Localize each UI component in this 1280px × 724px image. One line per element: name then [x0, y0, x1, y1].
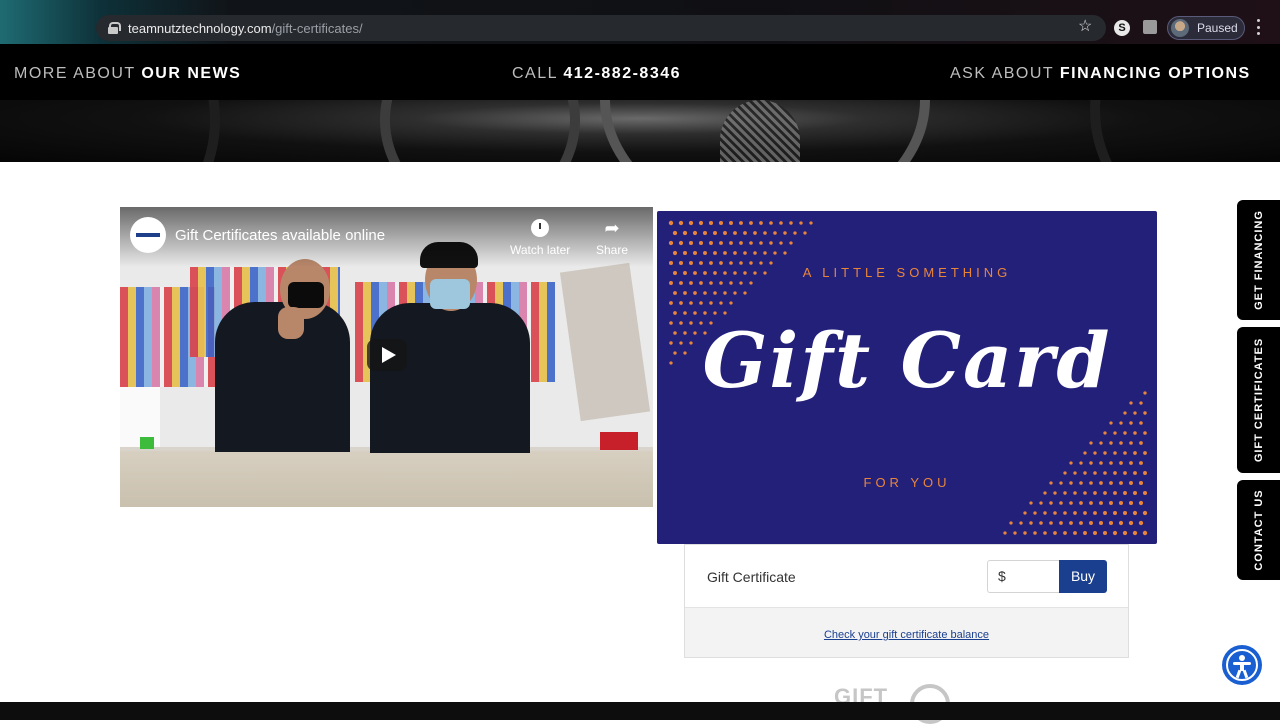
gift-certificate-label: Gift Certificate [707, 569, 796, 585]
video-title[interactable]: Gift Certificates available online [175, 227, 385, 244]
gift-card-tagline-bottom: FOR YOU [863, 475, 951, 490]
nav-news-prefix: MORE ABOUT [14, 65, 142, 82]
nav-financing-link[interactable]: ASK ABOUT FINANCING OPTIONS [950, 65, 1251, 83]
channel-logo[interactable] [130, 217, 166, 253]
share-icon: ➦ [604, 218, 620, 238]
sidetab-contact-label: CONTACT US [1252, 489, 1265, 571]
clock-icon [531, 219, 550, 237]
lock-icon[interactable] [108, 22, 121, 34]
video-player[interactable]: Gift Certificates available online Watch… [120, 207, 653, 507]
sidetab-contact-us[interactable]: CONTACT US [1237, 480, 1280, 580]
nav-call-prefix: CALL [512, 65, 564, 82]
gift-certificate-form: Gift Certificate $ Buy Check your gift c… [684, 544, 1129, 658]
watch-later-button[interactable]: Watch later [510, 217, 570, 257]
nav-finance-prefix: ASK ABOUT [950, 65, 1060, 82]
sidetab-get-financing[interactable]: GET FINANCING [1237, 200, 1280, 320]
buy-button[interactable]: Buy [1059, 560, 1107, 593]
url-path: /gift-certificates/ [271, 20, 363, 36]
profile-status: Paused [1197, 21, 1238, 35]
profile-button[interactable]: Paused [1167, 16, 1245, 40]
avatar [1171, 19, 1189, 37]
watch-later-label: Watch later [510, 243, 571, 257]
sidetab-gift-certificates[interactable]: GIFT CERTIFICATES [1237, 327, 1280, 473]
extensions-puzzle-icon[interactable] [1143, 20, 1157, 34]
sidetab-certificates-label: GIFT CERTIFICATES [1252, 337, 1265, 463]
nav-our-news-link[interactable]: MORE ABOUT OUR NEWS [14, 65, 241, 83]
currency-prefix: $ [998, 568, 1006, 584]
extension-s-icon[interactable]: S [1114, 20, 1130, 36]
nav-finance-strong: FINANCING OPTIONS [1059, 65, 1251, 82]
gift-card-image: A LITTLE SOMETHING Gift Card FOR YOU [657, 211, 1157, 544]
accessibility-button[interactable] [1222, 645, 1262, 685]
nav-news-strong: OUR NEWS [141, 65, 242, 82]
check-balance-link[interactable]: Check your gift certificate balance [685, 629, 1128, 641]
amount-input[interactable]: $ [987, 560, 1059, 593]
bookmark-star-icon[interactable]: ☆ [1078, 19, 1092, 35]
url-host: teamnutztechnology.com [128, 20, 272, 36]
browser-menu-icon[interactable] [1257, 19, 1261, 35]
nav-phone-number: 412-882-8346 [563, 65, 682, 82]
gift-card-title: Gift Card [702, 316, 1112, 405]
play-button[interactable] [367, 339, 407, 371]
bottom-bar [0, 702, 1280, 720]
nav-call-link[interactable]: CALL 412-882-8346 [512, 65, 681, 83]
share-button[interactable]: ➦ Share [596, 217, 628, 257]
sidetab-financing-label: GET FINANCING [1252, 210, 1265, 310]
hero-image [0, 100, 1280, 162]
top-nav: MORE ABOUT OUR NEWS CALL 412-882-8346 AS… [0, 44, 1280, 100]
address-bar[interactable]: teamnutztechnology.com/gift-certificates… [96, 15, 1106, 41]
share-label: Share [596, 243, 629, 257]
gift-card-tagline-top: A LITTLE SOMETHING [802, 265, 1012, 280]
